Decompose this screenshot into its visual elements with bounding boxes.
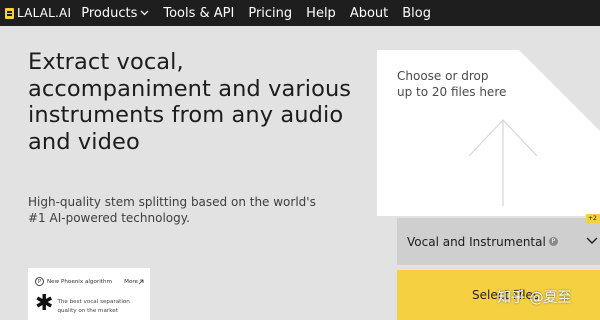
top-navbar: LALAL.AI Products Tools & API Pricing He… bbox=[0, 0, 600, 26]
nav-item-tools-api[interactable]: Tools & API bbox=[163, 6, 234, 21]
chevron-down-icon bbox=[586, 237, 598, 244]
nav-item-about[interactable]: About bbox=[350, 6, 388, 21]
hero-subtitle: High-quality stem splitting based on the… bbox=[28, 195, 316, 225]
arrow-up-right-icon bbox=[138, 279, 144, 284]
asterisk-icon: ✱ bbox=[35, 291, 54, 316]
nav-item-label: About bbox=[349, 5, 389, 21]
phoenix-badge-icon: P bbox=[35, 277, 44, 286]
phoenix-p-icon: P bbox=[548, 237, 558, 246]
algo-card-text: The best vocal separation quality on the… bbox=[57, 298, 129, 316]
separation-mode-select[interactable]: Vocal and Instrumental P bbox=[397, 218, 600, 265]
brand-name: LALAL.AI bbox=[17, 6, 72, 20]
plus-options-tag: +2 bbox=[586, 214, 600, 223]
brand-logo[interactable]: LALAL.AI bbox=[5, 6, 71, 20]
nav-item-pricing[interactable]: Pricing bbox=[248, 6, 292, 21]
nav-item-help[interactable]: Help bbox=[306, 6, 336, 21]
nav-item-products[interactable]: Products bbox=[81, 6, 149, 21]
algo-text-line: quality on the market bbox=[57, 308, 118, 314]
phoenix-algorithm-card: P New Phoenix algorithm More ✱ The best … bbox=[28, 268, 150, 320]
nav-item-label: Help bbox=[306, 5, 336, 21]
algo-card-label: New Phoenix algorithm bbox=[47, 278, 112, 285]
algo-text-line: The best vocal separation bbox=[57, 299, 130, 305]
select-value: Vocal and Instrumental bbox=[407, 234, 546, 249]
nav-item-label: Products bbox=[81, 5, 138, 21]
upload-arrow-icon bbox=[468, 119, 538, 206]
lalal-logo-icon bbox=[5, 7, 14, 19]
nav-item-label: Blog bbox=[402, 5, 431, 21]
hero-title: Extract vocal, accompaniment and various… bbox=[28, 49, 352, 155]
nav-item-blog[interactable]: Blog bbox=[402, 6, 431, 21]
algo-card-header: P New Phoenix algorithm More bbox=[35, 277, 144, 286]
nav-menu: Products Tools & API Pricing Help About … bbox=[81, 6, 445, 21]
drop-zone-text: Choose or drop up to 20 files here bbox=[397, 69, 507, 99]
select-files-button[interactable]: Select Files bbox=[397, 270, 600, 320]
algo-more-label: More bbox=[124, 278, 138, 285]
algo-card-body: ✱ The best vocal separation quality on t… bbox=[35, 291, 130, 316]
nav-item-label: Pricing bbox=[248, 5, 293, 21]
chevron-down-icon bbox=[140, 10, 149, 16]
nav-item-label: Tools & API bbox=[163, 5, 235, 21]
algo-more-link[interactable]: More bbox=[124, 279, 144, 285]
